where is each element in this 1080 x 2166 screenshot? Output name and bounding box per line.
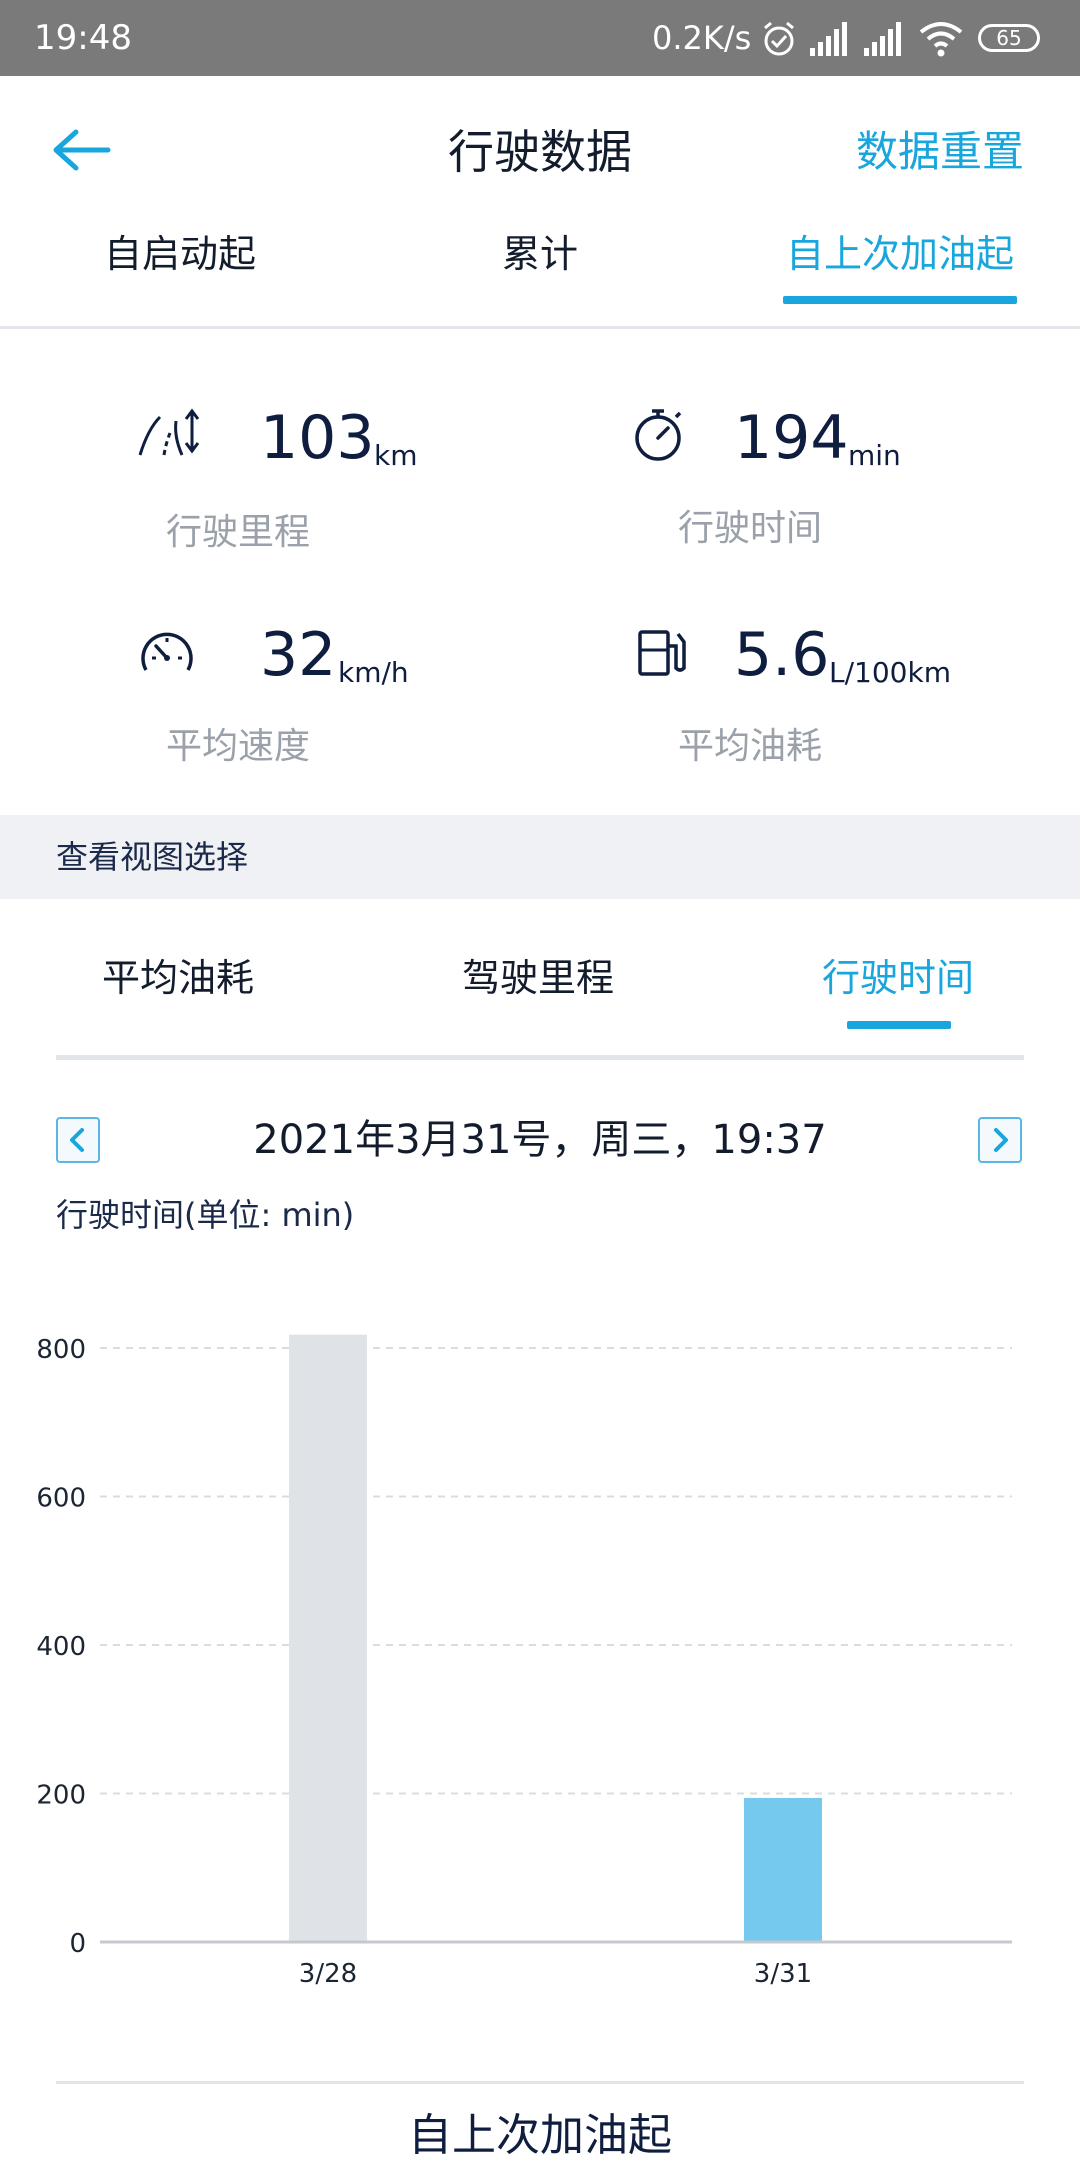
status-time: 19:48 — [34, 18, 132, 58]
y-tick-label: 200 — [36, 1781, 86, 1811]
avg-fuel-label: 平均油耗 — [678, 726, 823, 767]
view-section-title: 查看视图选择 — [56, 838, 249, 876]
road-distance-icon — [138, 408, 200, 456]
tab-since-refuel[interactable]: 自上次加油起 — [770, 226, 1030, 282]
bar-3-28[interactable] — [289, 1334, 367, 1942]
active-tab-indicator — [783, 296, 1017, 304]
drive-time-label: 行驶时间 — [678, 508, 823, 549]
wifi-icon — [919, 22, 963, 57]
tab-since-start[interactable]: 自启动起 — [70, 226, 290, 282]
bar-3-31[interactable] — [744, 1797, 822, 1942]
avg-speed-label: 平均速度 — [166, 726, 311, 767]
view-divider — [56, 1055, 1024, 1060]
y-tick-label: 600 — [36, 1484, 86, 1514]
chart-unit-label: 行驶时间(单位: min) — [56, 1196, 355, 1234]
footer-divider — [56, 2081, 1024, 2084]
battery-icon: 65 — [978, 24, 1040, 52]
avg-fuel-value: 5.6 — [734, 620, 830, 690]
signal-icon — [810, 22, 847, 56]
tab-cumulative[interactable]: 累计 — [440, 226, 640, 282]
chart-date: 2021年3月31号，周三，19:37 — [253, 1117, 827, 1163]
stopwatch-icon — [635, 409, 682, 461]
network-speed: 0.2K/s — [652, 19, 752, 57]
view-tab-mileage[interactable]: 驾驶里程 — [462, 950, 614, 1006]
avg-speed-unit: km/h — [338, 656, 409, 689]
avg-fuel-unit: L/100km — [829, 656, 951, 689]
drive-time-unit: min — [848, 439, 901, 472]
view-tab-drive-time[interactable]: 行驶时间 — [822, 950, 974, 1006]
next-date-button[interactable] — [978, 1117, 1022, 1163]
footer-label: 自上次加油起 — [408, 2110, 672, 2161]
y-tick-label: 800 — [36, 1335, 86, 1365]
mileage-unit: km — [374, 439, 418, 472]
mileage-value: 103 — [260, 403, 375, 473]
view-tab-avg-fuel[interactable]: 平均油耗 — [102, 950, 254, 1006]
drive-time-value: 194 — [734, 403, 849, 473]
y-tick-label: 0 — [69, 1929, 86, 1959]
speedometer-icon — [141, 632, 193, 671]
alarm-icon — [764, 21, 794, 56]
x-tick-label: 3/28 — [299, 1959, 357, 1989]
signal-icon — [864, 22, 901, 56]
header-divider — [0, 326, 1080, 329]
chevron-right-icon — [994, 1128, 1008, 1152]
data-reset-button[interactable]: 数据重置 — [856, 120, 1024, 184]
y-tick-label: 400 — [36, 1632, 86, 1662]
avg-speed-value: 32 — [260, 620, 337, 690]
view-tab-indicator — [847, 1021, 951, 1029]
drive-time-bar-chart: 0 200 400 600 800 3/28 3/31 — [36, 1334, 1012, 1989]
mileage-label: 行驶里程 — [166, 512, 311, 553]
fuel-pump-icon — [638, 630, 686, 676]
x-tick-label: 3/31 — [754, 1959, 812, 1989]
